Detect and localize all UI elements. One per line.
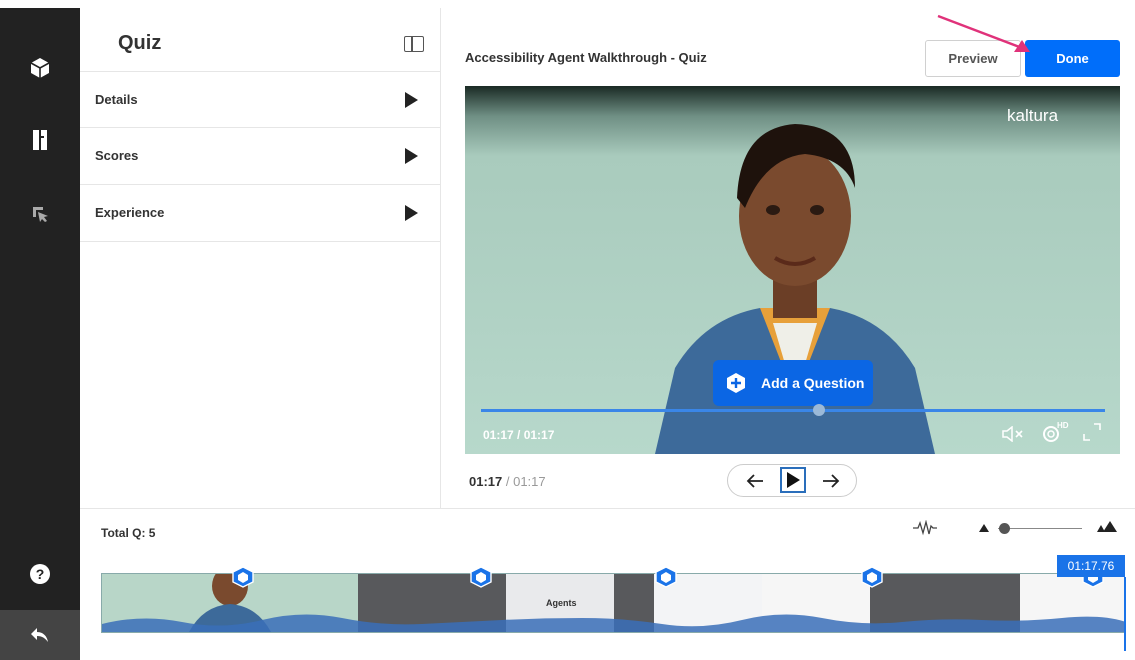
book-icon [33, 130, 47, 150]
quiz-settings-panel: Quiz Details Scores Experience [80, 8, 441, 508]
quiz-rail-button[interactable] [0, 42, 80, 94]
video-player[interactable]: kaltura Add a Question 01:17 / 01:17 HD [465, 86, 1120, 454]
brand-logo: kaltura [1007, 106, 1059, 125]
current-time-value: 01:17 [469, 474, 503, 489]
section-details[interactable]: Details [80, 71, 440, 128]
help-rail-button[interactable]: ? [0, 548, 80, 600]
current-time: 01:17 / 01:17 [469, 474, 546, 489]
question-cue-icon[interactable] [470, 566, 492, 588]
panel-title: Quiz [118, 32, 162, 54]
playhead-time-badge: 01:17.76 [1057, 555, 1125, 577]
timeline-playhead[interactable] [1124, 577, 1126, 651]
svg-text:?: ? [36, 566, 45, 582]
section-label: Details [95, 92, 138, 107]
waveform-icon[interactable] [912, 520, 938, 536]
volume-mute-icon[interactable] [1001, 426, 1027, 442]
cursor-icon [33, 207, 48, 222]
progress-handle[interactable] [813, 404, 825, 416]
add-question-button[interactable]: Add a Question [713, 360, 873, 406]
question-cue-icon[interactable] [861, 566, 883, 588]
back-icon [31, 628, 48, 642]
time-separator: / [502, 474, 514, 489]
duration-value: 01:17 [513, 474, 546, 489]
timeline-divider [80, 508, 1135, 509]
fullscreen-icon[interactable] [1082, 422, 1102, 442]
audio-waveform [102, 614, 1124, 632]
help-icon: ? [30, 564, 50, 584]
timeline-thumbnail-strip[interactable]: Agents [101, 573, 1125, 633]
panel-collapse-icon[interactable] [404, 36, 424, 52]
settings-hd-icon[interactable]: HD [1039, 420, 1069, 444]
next-arrow-icon[interactable] [822, 474, 840, 488]
cube-icon [30, 58, 50, 78]
zoom-out-icon[interactable] [978, 523, 990, 533]
section-experience[interactable]: Experience [80, 184, 440, 242]
add-question-label: Add a Question [761, 375, 865, 391]
expand-arrow-icon [405, 92, 418, 108]
hotspots-rail-button[interactable] [0, 188, 80, 240]
section-scores[interactable]: Scores [80, 127, 440, 184]
add-icon [727, 373, 745, 393]
zoom-slider-handle[interactable] [999, 523, 1010, 534]
expand-arrow-icon [405, 148, 418, 164]
zoom-slider[interactable] [998, 528, 1082, 529]
left-rail: ? [0, 8, 80, 660]
chapters-rail-button[interactable] [0, 114, 80, 166]
total-questions: Total Q: 5 [101, 526, 156, 540]
svg-text:HD: HD [1057, 421, 1069, 430]
player-time-display: 01:17 / 01:17 [483, 428, 555, 442]
expand-arrow-icon [405, 205, 418, 221]
media-title: Accessibility Agent Walkthrough - Quiz [465, 50, 707, 65]
question-cue-icon[interactable] [232, 566, 254, 588]
back-rail-button[interactable] [0, 610, 80, 660]
play-button[interactable] [780, 467, 806, 493]
progress-bar[interactable] [481, 409, 1105, 412]
zoom-in-icon[interactable] [1096, 520, 1118, 534]
previous-arrow-icon[interactable] [746, 474, 764, 488]
playback-nav [727, 464, 857, 497]
section-label: Scores [95, 148, 139, 163]
question-cue-icon[interactable] [655, 566, 677, 588]
play-icon [787, 472, 800, 488]
section-label: Experience [95, 205, 165, 220]
annotation-arrow-icon [937, 14, 1030, 52]
